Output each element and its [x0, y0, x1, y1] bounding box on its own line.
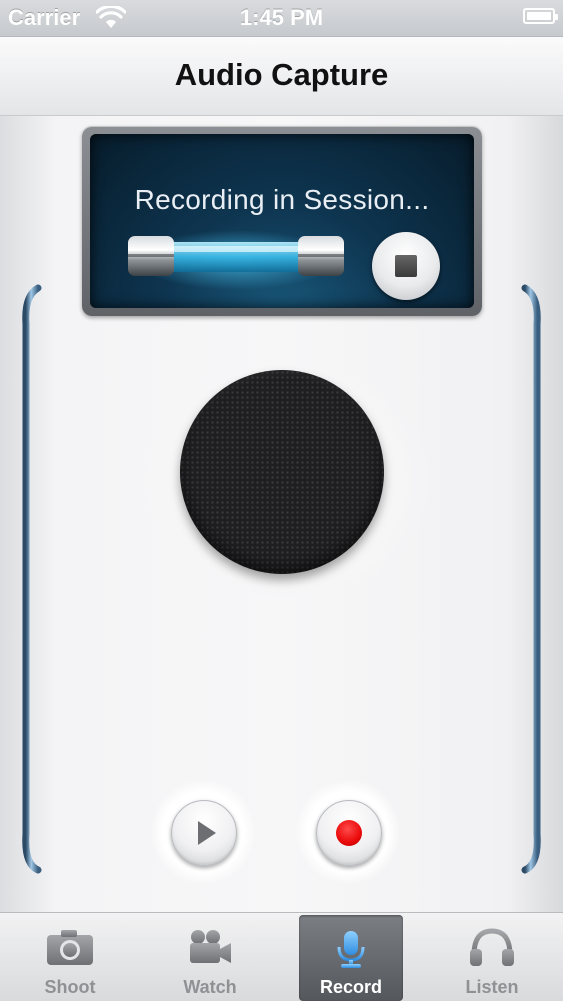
- status-bar: Carrier 1:45 PM: [0, 0, 563, 37]
- battery-icon: [523, 8, 558, 24]
- play-icon: [198, 821, 216, 845]
- tab-watch[interactable]: Watch: [158, 913, 262, 1001]
- play-button[interactable]: [171, 800, 237, 866]
- battery-level: [527, 12, 551, 20]
- recording-status-text: Recording in Session...: [134, 184, 430, 215]
- microphone-grille: [180, 370, 384, 574]
- tab-label: Listen: [465, 977, 519, 997]
- microphone-icon: [337, 931, 365, 968]
- right-side-rail: [521, 284, 541, 874]
- recording-display: Recording in Session...: [82, 126, 482, 316]
- record-button[interactable]: [316, 800, 382, 866]
- level-meter-tube: [128, 230, 344, 290]
- stop-button[interactable]: [372, 232, 440, 300]
- page-title: Audio Capture: [174, 57, 389, 92]
- tab-label: Watch: [183, 977, 237, 997]
- tab-label: Shoot: [44, 977, 96, 997]
- status-time: 1:45 PM: [239, 5, 324, 30]
- recorder-body: Recording in Session...: [0, 116, 563, 912]
- tab-shoot[interactable]: Shoot: [18, 913, 122, 1001]
- left-side-rail: [22, 284, 42, 874]
- stop-icon: [395, 255, 417, 277]
- headphones-icon: [470, 928, 514, 966]
- tab-record[interactable]: Record: [299, 915, 403, 1001]
- video-camera-icon: [190, 930, 231, 963]
- camera-icon: [47, 930, 93, 965]
- tab-bar: Shoot Watch Record Listen: [0, 912, 563, 1001]
- record-dot-icon: [336, 820, 362, 846]
- display-screen: Recording in Session...: [90, 134, 474, 308]
- tab-listen[interactable]: Listen: [440, 913, 544, 1001]
- navigation-bar: Audio Capture: [0, 37, 563, 116]
- tab-label: Record: [319, 977, 382, 997]
